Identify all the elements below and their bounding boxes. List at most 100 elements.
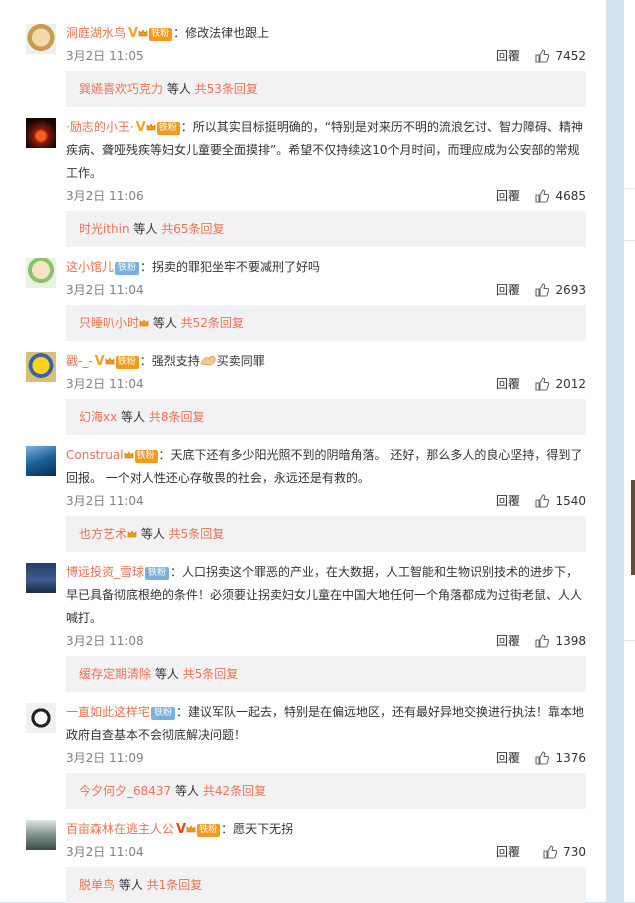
avatar[interactable] [26, 446, 56, 476]
reply-username-link[interactable]: 巽嬿喜欢巧克力 [79, 82, 163, 96]
avatar[interactable] [26, 703, 56, 733]
v-verified-icon: V [176, 822, 187, 837]
replies-label: 等人 [163, 82, 195, 96]
replies-summary[interactable]: 幻海xx 等人 共8条回复 [66, 399, 586, 435]
username-link[interactable]: Construal [66, 448, 124, 462]
like-button[interactable]: 2693 [535, 280, 586, 300]
comment-body: 博远投资_雪球 铁粉 ：人口拐卖这个罪恶的产业，在大数据，人工智能和生物识别技术的进… [66, 561, 586, 630]
reply-username-link[interactable]: 缓存定期清除 [79, 667, 151, 681]
like-button[interactable]: 1540 [535, 491, 586, 511]
replies-count-link[interactable]: 共52条回复 [181, 316, 244, 330]
crown-vip-icon [139, 316, 149, 330]
fan-badge: 铁粉 [115, 262, 140, 275]
replies-label: 等人 [117, 410, 149, 424]
replies-count-link[interactable]: 共5条回复 [169, 527, 225, 541]
sidebar-thumbnail[interactable] [631, 480, 635, 575]
avatar[interactable] [26, 24, 56, 54]
thumbs-up-icon [535, 189, 555, 203]
comment-timestamp: 3月2日 11:04 [66, 845, 144, 859]
crown-vip-icon [124, 448, 134, 462]
v-verified-icon: V [128, 26, 139, 41]
vip-fan-badge: 铁粉 [115, 356, 139, 369]
like-count: 730 [563, 845, 586, 859]
reply-username-link[interactable]: 也方艺术 [79, 527, 127, 541]
replies-count-link[interactable]: 共1条回复 [147, 878, 203, 892]
username-link[interactable]: 一直如此这样宅 [66, 705, 150, 719]
like-count: 1398 [555, 634, 586, 648]
comment-meta: 3月2日 11:04 回覆 730 [66, 842, 586, 862]
like-button[interactable]: 730 [543, 842, 586, 862]
like-button[interactable]: 1398 [535, 631, 586, 651]
reply-button[interactable]: 回覆 [496, 46, 520, 66]
like-button[interactable]: 2012 [535, 374, 586, 394]
v-verified-icon: V [135, 120, 146, 135]
avatar[interactable] [26, 563, 56, 593]
username-link[interactable]: 这小馆儿 [66, 260, 114, 274]
replies-summary[interactable]: 巽嬿喜欢巧克力 等人 共53条回复 [66, 71, 586, 107]
replies-summary[interactable]: 时光ithin 等人 共65条回复 [66, 211, 586, 247]
like-button[interactable]: 1376 [535, 748, 586, 768]
reply-username-link[interactable]: 时光ithin [79, 222, 130, 236]
replies-summary[interactable]: 脱单鸟 等人 共1条回复 [66, 867, 586, 903]
replies-count-link[interactable]: 共5条回复 [183, 667, 239, 681]
comment-text: ：修改法律也跟上 [173, 26, 270, 40]
crown-vip-icon [105, 354, 115, 368]
replies-label: 等人 [149, 316, 181, 330]
replies-count-link[interactable]: 共8条回复 [149, 410, 205, 424]
username-link[interactable]: 戳-_- [66, 354, 93, 368]
avatar[interactable] [26, 118, 56, 148]
comment-timestamp: 3月2日 11:08 [66, 634, 144, 648]
reply-button[interactable]: 回覆 [496, 186, 520, 206]
avatar[interactable] [26, 820, 56, 850]
thumbs-up-icon [535, 751, 555, 765]
sidebar-divider [624, 640, 635, 641]
comment-timestamp: 3月2日 11:06 [66, 189, 144, 203]
reply-button[interactable]: 回覆 [496, 374, 520, 394]
comment-meta: 3月2日 11:08 回覆 1398 [66, 631, 586, 651]
comment-meta: 3月2日 11:09 回覆 1376 [66, 748, 586, 768]
replies-label: 等人 [129, 222, 162, 236]
comment-body: 洞庭湖水鸟 V 铁粉 ：修改法律也跟上 [66, 22, 586, 45]
crown-vip-icon [138, 26, 148, 40]
replies-label: 等人 [171, 784, 203, 798]
crown-vip-icon [186, 822, 196, 836]
reply-button[interactable]: 回覆 [496, 491, 520, 511]
avatar[interactable] [26, 352, 56, 382]
comment-timestamp: 3月2日 11:04 [66, 494, 144, 508]
avatar[interactable] [26, 258, 56, 288]
reply-username-link[interactable]: 今夕何夕_68437 [79, 784, 171, 798]
crown-vip-icon [146, 120, 156, 134]
comment-text: ：拐卖的罪犯坐牢不要减刑了好吗 [140, 260, 321, 274]
fan-badge: 铁粉 [151, 707, 176, 720]
comment-meta: 3月2日 11:04 回覆 2693 [66, 280, 586, 300]
comment-text: ：强烈支持 [139, 354, 200, 368]
replies-count-link[interactable]: 共65条回复 [161, 222, 224, 236]
username-link[interactable]: 百亩森林在逃主人公 [66, 822, 174, 836]
like-count: 1540 [555, 494, 586, 508]
username-link[interactable]: 博远投资_雪球 [66, 565, 144, 579]
replies-count-link[interactable]: 共42条回复 [203, 784, 266, 798]
username-link[interactable]: ·励志的小王· [66, 120, 134, 134]
fan-badge: 铁粉 [145, 567, 170, 580]
v-verified-icon: V [94, 354, 105, 369]
replies-count-link[interactable]: 共53条回复 [195, 82, 258, 96]
comment-body: 一直如此这样宅 铁粉 ：建议军队一起去，特别是在偏远地区，还有最好异地交换进行执法！… [66, 701, 586, 747]
reply-button[interactable]: 回覆 [496, 842, 520, 862]
reply-button[interactable]: 回覆 [496, 280, 520, 300]
replies-summary[interactable]: 只睡叭小时 等人 共52条回复 [66, 305, 586, 341]
replies-summary[interactable]: 也方艺术 等人 共5条回复 [66, 516, 586, 552]
reply-username-link[interactable]: 只睡叭小时 [79, 316, 139, 330]
like-button[interactable]: 7452 [535, 46, 586, 66]
crown-vip-icon [127, 527, 137, 541]
username-link[interactable]: 洞庭湖水鸟 [66, 26, 126, 40]
like-button[interactable]: 4685 [535, 186, 586, 206]
reply-username-link[interactable]: 脱单鸟 [79, 878, 115, 892]
like-count: 2012 [555, 377, 586, 391]
reply-button[interactable]: 回覆 [496, 748, 520, 768]
replies-summary[interactable]: 今夕何夕_68437 等人 共42条回复 [66, 773, 586, 809]
replies-summary[interactable]: 缓存定期清除 等人 共5条回复 [66, 656, 586, 692]
reply-username-link[interactable]: 幻海xx [79, 410, 117, 424]
reply-button[interactable]: 回覆 [496, 631, 520, 651]
like-count: 2693 [555, 283, 586, 297]
like-count: 7452 [555, 49, 586, 63]
